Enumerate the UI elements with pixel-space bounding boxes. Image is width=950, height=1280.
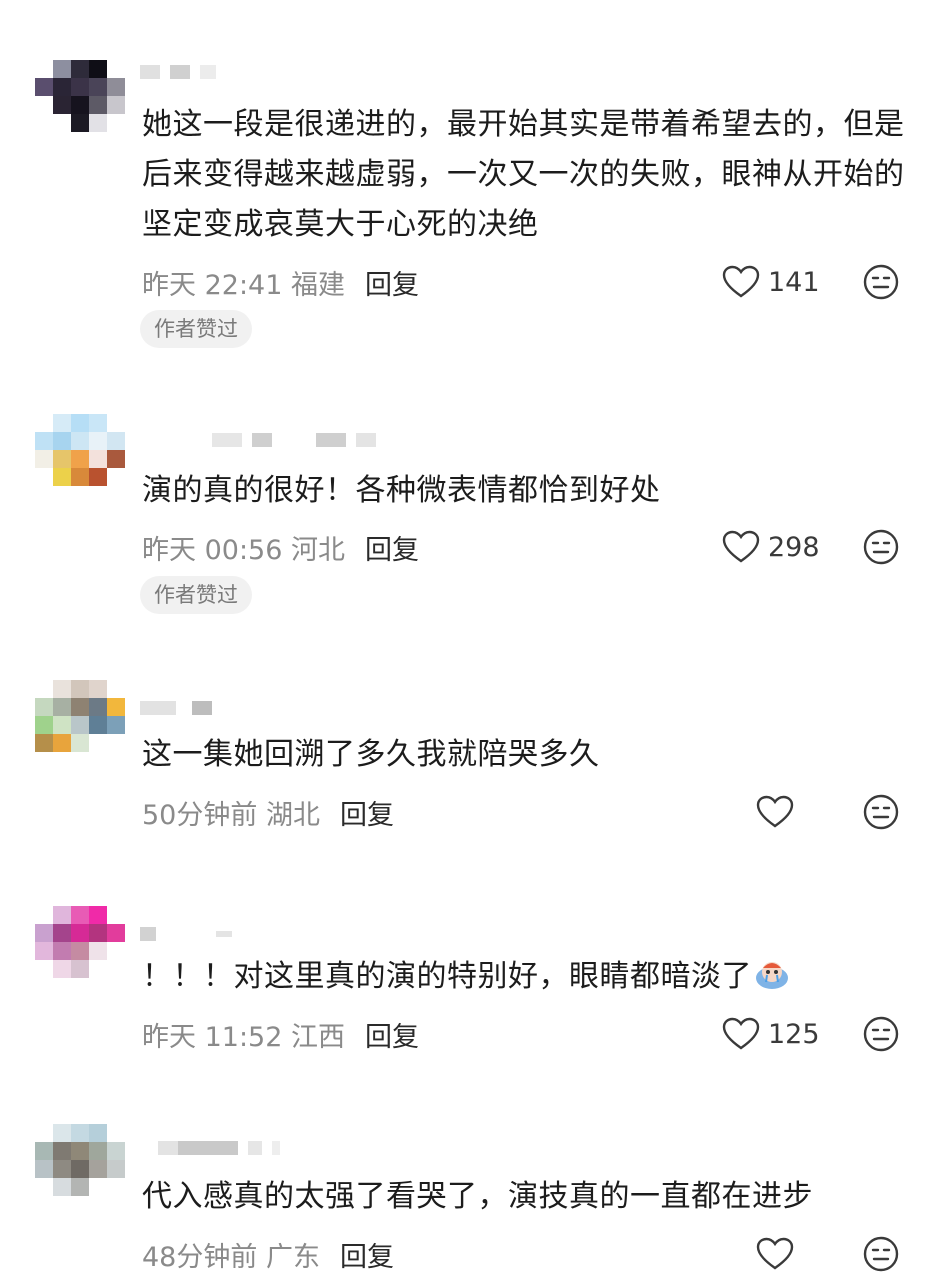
comment-time: 50分钟前 <box>142 799 258 831</box>
comment-location: 湖北 <box>265 799 320 831</box>
heart-outline-icon <box>722 1017 760 1050</box>
comment-time: 昨天 11:52 <box>142 1021 283 1053</box>
reply-button[interactable]: 回复 <box>365 263 419 302</box>
author-liked-badge: 作者赞过 <box>140 576 252 614</box>
like-button[interactable]: 298 <box>722 527 820 567</box>
neutral-face-icon[interactable] <box>862 528 900 566</box>
comment-text: 这一集她回溯了多久我就陪哭多久 <box>142 737 600 772</box>
reply-button[interactable]: 回复 <box>365 1015 419 1054</box>
comment-time: 48分钟前 <box>142 1241 258 1273</box>
heart-outline-icon <box>722 530 760 563</box>
like-button[interactable] <box>756 1234 794 1274</box>
like-count: 141 <box>768 266 820 298</box>
comment-text: 代入感真的太强了看哭了，演技真的一直都在进步 <box>142 1179 813 1214</box>
like-count: 298 <box>768 531 820 563</box>
username[interactable] <box>140 1140 280 1156</box>
avatar[interactable] <box>35 1124 125 1196</box>
heart-outline-icon <box>722 265 760 298</box>
comment-text: 演的真的很好！各种微表情都恰到好处 <box>142 473 661 508</box>
heart-outline-icon <box>756 795 794 828</box>
crying-sticker-icon <box>756 962 788 989</box>
reply-button[interactable]: 回复 <box>340 793 394 832</box>
neutral-face-icon[interactable] <box>862 1015 900 1053</box>
like-button[interactable] <box>756 792 794 832</box>
avatar[interactable] <box>35 906 125 978</box>
neutral-face-icon[interactable] <box>862 793 900 831</box>
comment-meta: 48分钟前 广东 回复 <box>142 1234 394 1274</box>
comment-text-content: ！！！对这里真的演的特别好，眼睛都暗淡了 <box>142 959 752 994</box>
comment-location: 河北 <box>291 534 345 566</box>
avatar[interactable] <box>35 60 125 132</box>
neutral-face-icon[interactable] <box>862 263 900 301</box>
reply-button[interactable]: 回复 <box>340 1235 394 1274</box>
username[interactable] <box>140 700 212 716</box>
heart-outline-icon <box>756 1237 794 1270</box>
username[interactable] <box>140 926 232 942</box>
comment-meta: 50分钟前 湖北 回复 <box>142 792 394 832</box>
neutral-face-icon[interactable] <box>862 1235 900 1273</box>
username[interactable] <box>140 64 216 80</box>
comment-time: 昨天 22:41 <box>142 269 283 301</box>
avatar[interactable] <box>35 680 125 752</box>
reply-button[interactable]: 回复 <box>365 528 419 567</box>
like-button[interactable]: 141 <box>722 262 820 302</box>
comment-location: 广东 <box>265 1241 320 1273</box>
username[interactable] <box>140 432 376 448</box>
like-button[interactable]: 125 <box>722 1014 820 1054</box>
comment-meta: 昨天 00:56 河北 回复 <box>142 527 419 567</box>
comment-location: 江西 <box>291 1021 345 1053</box>
author-liked-badge: 作者赞过 <box>140 310 252 348</box>
comment-text: 她这一段是很递进的，最开始其实是带着希望去的，但是后来变得越来越虚弱，一次又一次… <box>142 107 905 242</box>
comment-time: 昨天 00:56 <box>142 534 283 566</box>
comment-meta: 昨天 11:52 江西 回复 <box>142 1014 419 1054</box>
comment-meta: 昨天 22:41 福建 回复 <box>142 262 419 302</box>
avatar[interactable] <box>35 414 125 486</box>
comment-location: 福建 <box>291 269 345 301</box>
comment-text: ！！！对这里真的演的特别好，眼睛都暗淡了 <box>142 952 912 1002</box>
like-count: 125 <box>768 1018 820 1050</box>
